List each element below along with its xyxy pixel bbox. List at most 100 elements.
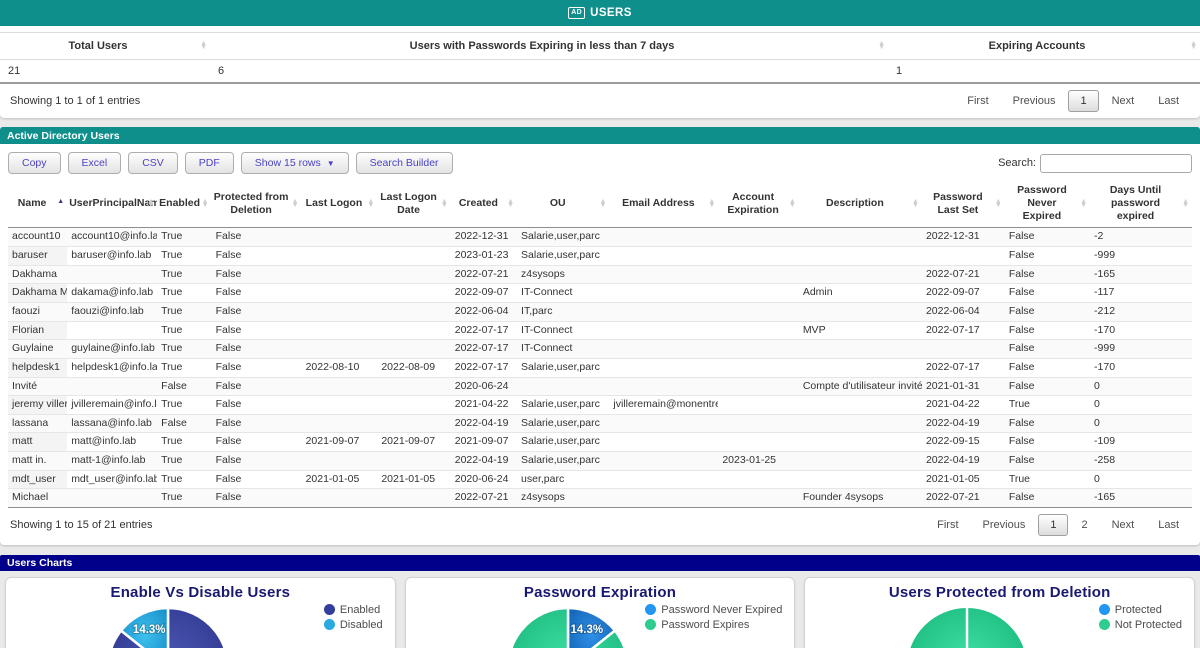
column-header-created[interactable]: Created▲▼ — [451, 181, 517, 228]
column-header-userprincipalname[interactable]: UserPrincipalName▲▼ — [67, 181, 157, 228]
cell-created: 2022-07-17 — [451, 321, 517, 340]
chart-title: Users Protected from Deletion — [805, 584, 1194, 601]
column-header-users-with-passwords-expiring-in-less-than-7-days[interactable]: Users with Passwords Expiring in less th… — [210, 33, 888, 60]
column-label: Password Never Expired — [1017, 184, 1067, 222]
sort-icon: ▲▼ — [1080, 200, 1087, 208]
cell-password-never-expired: True — [1005, 470, 1090, 489]
cell-days-until-password-expired: -165 — [1090, 489, 1192, 508]
cell-name: Guylaine — [8, 340, 67, 359]
cell-days-until-password-expired: -117 — [1090, 284, 1192, 303]
search-builder-button[interactable]: Search Builder — [356, 152, 453, 174]
legend-label: Protected — [1115, 604, 1162, 616]
page-next[interactable]: Next — [1101, 514, 1146, 536]
cell-ou: Salarie,user,parc — [517, 247, 609, 266]
cell-name: matt — [8, 433, 67, 452]
cell-last-logon — [302, 321, 378, 340]
cell-password-last-set: 2022-09-15 — [922, 433, 1005, 452]
cell-last-logon-date: 2021-01-05 — [377, 470, 450, 489]
cell-account-expiration — [718, 265, 799, 284]
search-label: Search: — [998, 157, 1036, 169]
search-input[interactable] — [1040, 154, 1192, 173]
chart-panel-users-protected-from-deletion: Users Protected from Deletion Protected No… — [804, 577, 1195, 648]
column-header-last-logon-date[interactable]: Last Logon Date▲▼ — [377, 181, 450, 228]
table-row: baruserbaruser@info.labTrueFalse2023-01-… — [8, 247, 1192, 266]
legend-item-not-protected[interactable]: Not Protected — [1099, 619, 1182, 631]
cell-account-expiration — [718, 284, 799, 303]
column-label: Protected from Deletion — [214, 191, 289, 216]
legend-item-enabled[interactable]: Enabled — [324, 604, 383, 616]
legend-item-password-expires[interactable]: Password Expires — [645, 619, 782, 631]
cell-last-logon — [302, 414, 378, 433]
cell-userprincipalname: lassana@info.lab — [67, 414, 157, 433]
top-header: AD USERS — [0, 0, 1200, 26]
show-15-rows-button[interactable]: Show 15 rows▼ — [241, 152, 349, 174]
cell-description — [799, 452, 922, 471]
page-last[interactable]: Last — [1147, 90, 1190, 112]
page-previous[interactable]: Previous — [972, 514, 1037, 536]
cell-last-logon-date: 2022-08-09 — [377, 358, 450, 377]
pie-chart[interactable]: 14.3%85.7% — [504, 604, 632, 648]
cell-name: Dakhama — [8, 265, 67, 284]
column-header-last-logon[interactable]: Last Logon▲▼ — [302, 181, 378, 228]
column-header-protected-from-deletion[interactable]: Protected from Deletion▲▼ — [212, 181, 302, 228]
users-table-section: Copy Excel CSV PDF Show 15 rows▼ Search Build… — [0, 144, 1200, 545]
excel-button[interactable]: Excel — [68, 152, 122, 174]
cell-enabled: True — [157, 358, 211, 377]
cell-account-expiration — [718, 340, 799, 359]
cell-ou: Salarie,user,parc — [517, 396, 609, 415]
page-1[interactable]: 1 — [1068, 90, 1098, 112]
summary-cell: 21 — [0, 60, 210, 84]
cell-last-logon-date — [377, 452, 450, 471]
page-last[interactable]: Last — [1147, 514, 1190, 536]
legend-label: Password Expires — [661, 619, 749, 631]
cell-description — [799, 358, 922, 377]
page-2[interactable]: 2 — [1070, 514, 1098, 536]
column-header-name[interactable]: Name▲▼ — [8, 181, 67, 228]
legend-label: Password Never Expired — [661, 604, 782, 616]
chart-legend: Protected Not Protected — [1099, 604, 1182, 634]
column-header-days-until-password-expired[interactable]: Days Until password expired▲▼ — [1090, 181, 1192, 228]
column-header-account-expiration[interactable]: Account Expiration▲▼ — [718, 181, 799, 228]
cell-protected-from-deletion: False — [212, 489, 302, 508]
page-first[interactable]: First — [926, 514, 969, 536]
cell-name: mdt_user — [8, 470, 67, 489]
pie-chart[interactable]: 100.0% — [903, 604, 1031, 648]
cell-enabled: True — [157, 433, 211, 452]
legend-item-protected[interactable]: Protected — [1099, 604, 1182, 616]
cell-last-logon: 2021-01-05 — [302, 470, 378, 489]
cell-password-last-set: 2022-07-17 — [922, 358, 1005, 377]
csv-button[interactable]: CSV — [128, 152, 178, 174]
page-previous[interactable]: Previous — [1002, 90, 1067, 112]
column-header-password-last-set[interactable]: Password Last Set▲▼ — [922, 181, 1005, 228]
column-header-total-users[interactable]: Total Users▲▼ — [0, 33, 210, 60]
cell-email-address: jvilleremain@monentreprise.fr — [609, 396, 718, 415]
cell-protected-from-deletion: False — [212, 228, 302, 247]
cell-enabled: False — [157, 414, 211, 433]
search-wrap: Search: — [998, 154, 1192, 173]
column-header-ou[interactable]: OU▲▼ — [517, 181, 609, 228]
column-header-expiring-accounts[interactable]: Expiring Accounts▲▼ — [888, 33, 1200, 60]
page-first[interactable]: First — [956, 90, 999, 112]
pdf-button[interactable]: PDF — [185, 152, 234, 174]
pie-chart[interactable]: 85.7%14.3% — [104, 604, 232, 648]
copy-button[interactable]: Copy — [8, 152, 61, 174]
cell-email-address — [609, 321, 718, 340]
column-header-enabled[interactable]: Enabled▲▼ — [157, 181, 211, 228]
table-row: Guylaineguylaine@info.labTrueFalse2022-0… — [8, 340, 1192, 359]
page-title: USERS — [590, 7, 632, 19]
cell-enabled: True — [157, 284, 211, 303]
sort-icon: ▲▼ — [995, 200, 1002, 208]
cell-last-logon: 2022-08-10 — [302, 358, 378, 377]
cell-enabled: True — [157, 321, 211, 340]
cell-email-address — [609, 247, 718, 266]
page-1[interactable]: 1 — [1038, 514, 1068, 536]
legend-item-disabled[interactable]: Disabled — [324, 619, 383, 631]
legend-item-password-never-expired[interactable]: Password Never Expired — [645, 604, 782, 616]
cell-last-logon-date — [377, 284, 450, 303]
cell-protected-from-deletion: False — [212, 396, 302, 415]
column-header-password-never-expired[interactable]: Password Never Expired ▲▼ — [1005, 181, 1090, 228]
column-header-email-address[interactable]: Email Address▲▼ — [609, 181, 718, 228]
column-header-description[interactable]: Description▲▼ — [799, 181, 922, 228]
page-next[interactable]: Next — [1101, 90, 1146, 112]
cell-enabled: True — [157, 470, 211, 489]
